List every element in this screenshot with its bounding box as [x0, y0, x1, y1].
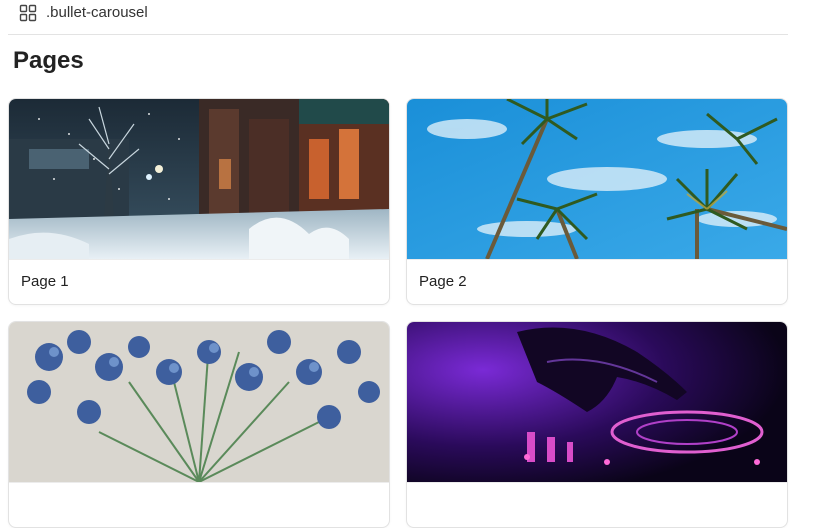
palm-trees-image: [407, 99, 787, 259]
dj-turntable-image: [407, 322, 787, 482]
breadcrumb: .bullet-carousel: [8, 0, 788, 35]
breadcrumb-label[interactable]: .bullet-carousel: [46, 4, 148, 21]
page-card-label: Page 2: [407, 259, 787, 304]
page-card-1[interactable]: Page 1: [8, 98, 390, 305]
snowy-city-street-image: [9, 99, 389, 259]
page-card-label: Page 1: [9, 259, 389, 304]
page-card-label: [9, 482, 389, 527]
page-title: Pages: [13, 47, 84, 74]
grid-icon: [19, 4, 37, 22]
page-card-label: [407, 482, 787, 527]
page-card-3[interactable]: [8, 321, 390, 528]
irises-painting-image: [9, 322, 389, 482]
page-card-4[interactable]: [406, 321, 788, 528]
page-card-2[interactable]: Page 2: [406, 98, 788, 305]
